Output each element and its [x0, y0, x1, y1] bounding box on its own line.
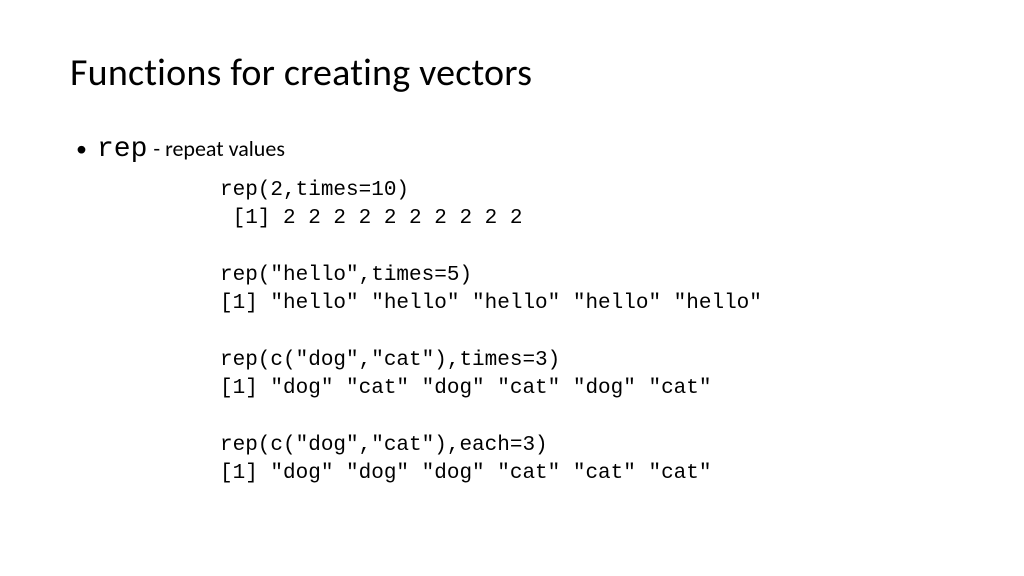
function-name: rep	[97, 134, 147, 165]
code-example: rep(2,times=10) [1] 2 2 2 2 2 2 2 2 2 2 …	[220, 177, 954, 489]
function-desc: - repeat values	[153, 135, 285, 162]
bullet-dot-icon: •	[76, 138, 87, 160]
bullet-item: • rep - repeat values	[76, 134, 954, 165]
slide-title: Functions for creating vectors	[70, 50, 954, 96]
